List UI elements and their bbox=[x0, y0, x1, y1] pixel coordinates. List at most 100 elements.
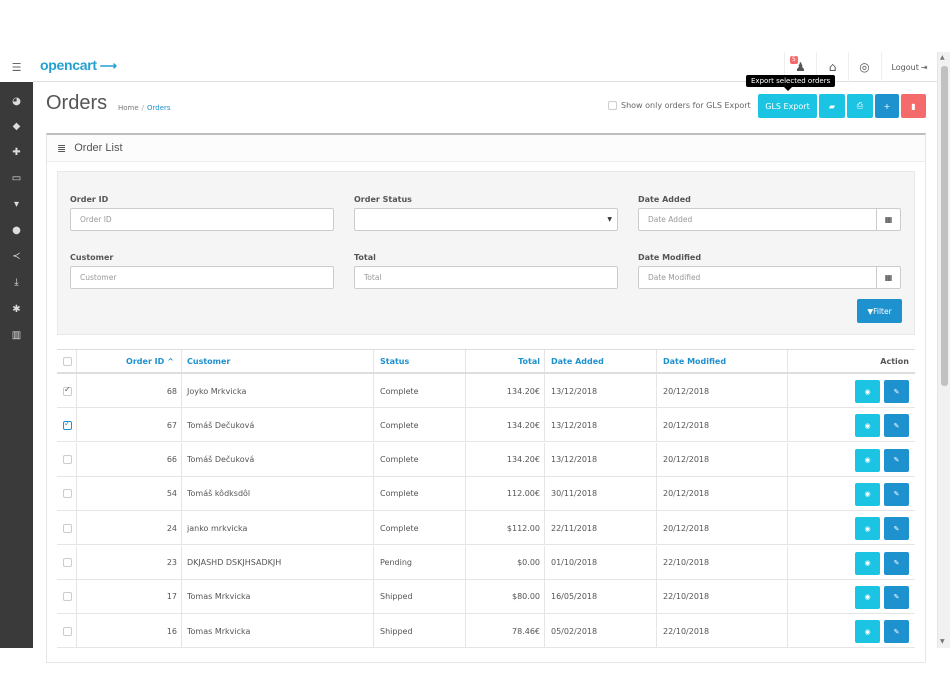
table-row[interactable]: 68 Joyko Mrkvicka Complete 134.20€ 13/12/201… bbox=[57, 374, 915, 408]
edit-order-button[interactable]: ✎ bbox=[884, 517, 909, 541]
menu-toggle-icon[interactable]: ☰ bbox=[0, 52, 33, 82]
action-header: Action bbox=[880, 357, 909, 366]
table-row[interactable]: 24 janko mrkvicka Complete $112.00 22/11/201… bbox=[57, 511, 915, 546]
edit-order-button[interactable]: ✎ bbox=[884, 380, 909, 403]
view-order-button[interactable]: ◉ bbox=[855, 620, 880, 644]
customers-user-icon[interactable]: ● bbox=[0, 217, 33, 243]
row-checkbox[interactable] bbox=[63, 626, 72, 636]
edit-order-button[interactable]: ✎ bbox=[884, 551, 909, 575]
marketing-share-icon[interactable]: ≺ bbox=[0, 243, 33, 269]
date-modified-header[interactable]: Date Modified bbox=[663, 350, 726, 373]
customer-cell: janko mrkvicka bbox=[187, 523, 248, 533]
view-order-button[interactable]: ◉ bbox=[855, 551, 880, 575]
table-row[interactable]: 17 Tomas Mrkvicka Shipped $80.00 16/05/2018 2… bbox=[57, 579, 915, 614]
extensions-puzzle-icon[interactable]: ✚ bbox=[0, 139, 33, 165]
breadcrumb-orders[interactable]: Orders bbox=[147, 104, 171, 112]
gls-only-toggle[interactable]: Show only orders for GLS Export bbox=[608, 101, 751, 110]
date-added-input[interactable]: Date Added bbox=[638, 208, 877, 231]
design-monitor-icon[interactable]: ▭ bbox=[0, 165, 33, 191]
total-cell: $112.00 bbox=[506, 523, 540, 533]
order-id-cell: 68 bbox=[166, 386, 177, 396]
delete-order-button[interactable]: ▮ bbox=[901, 94, 926, 118]
view-order-button[interactable]: ◉ bbox=[855, 448, 880, 472]
view-order-button[interactable]: ◉ bbox=[855, 482, 880, 506]
order-id-cell: 16 bbox=[166, 626, 177, 636]
settings-gear-icon[interactable]: ✱ bbox=[0, 296, 33, 322]
order-status-select[interactable]: ▼ bbox=[354, 208, 618, 231]
order-id-cell: 66 bbox=[166, 455, 177, 465]
customer-header[interactable]: Customer bbox=[187, 350, 230, 373]
row-checkbox[interactable] bbox=[63, 385, 72, 396]
total-cell: 134.20€ bbox=[506, 386, 540, 396]
date-modified-calendar-button[interactable]: ▦ bbox=[876, 266, 901, 289]
total-cell: $80.00 bbox=[512, 592, 540, 602]
customer-cell: Tomas Mrkvicka bbox=[187, 592, 251, 602]
edit-order-button[interactable]: ✎ bbox=[884, 482, 909, 506]
vertical-scrollbar[interactable]: ▲ ▼ bbox=[937, 52, 950, 648]
row-checkbox[interactable] bbox=[63, 592, 72, 602]
sales-cart-icon[interactable]: ▾ bbox=[0, 191, 33, 217]
date-modified-input[interactable]: Date Modified bbox=[638, 266, 877, 289]
list-icon: ≣ bbox=[57, 142, 67, 155]
scroll-up-arrow-icon[interactable]: ▲ bbox=[940, 54, 945, 61]
system-download-icon[interactable]: ⤓ bbox=[0, 269, 33, 295]
globe-icon[interactable]: ◎ bbox=[848, 52, 880, 82]
order-id-input[interactable]: Order ID bbox=[70, 208, 334, 231]
total-header[interactable]: Total bbox=[465, 350, 541, 373]
table-row[interactable]: 54 Tomáš kôdksdôl Complete 112.00€ 30/11/201… bbox=[57, 476, 915, 511]
date-modified-cell: 20/12/2018 bbox=[663, 420, 710, 430]
date-modified-cell: 22/10/2018 bbox=[663, 626, 710, 636]
pencil-icon: ✎ bbox=[893, 456, 900, 465]
customer-input[interactable]: Customer bbox=[70, 266, 334, 289]
filter-button[interactable]: ▼ Filter bbox=[857, 299, 902, 323]
reports-chart-icon[interactable]: ▥ bbox=[0, 322, 33, 348]
row-checkbox[interactable] bbox=[63, 489, 72, 499]
logout-link[interactable]: Logout ⇥ bbox=[881, 52, 937, 82]
view-order-button[interactable]: ◉ bbox=[855, 414, 880, 438]
date-added-calendar-button[interactable]: ▦ bbox=[876, 208, 901, 231]
sort-asc-icon: ^ bbox=[167, 357, 174, 366]
order-id-cell: 67 bbox=[166, 420, 177, 430]
dashboard-icon[interactable]: ◕ bbox=[0, 88, 33, 114]
pencil-icon: ✎ bbox=[893, 559, 900, 567]
table-row[interactable]: 16 Tomas Mrkvicka Shipped 78.46€ 05/02/2018 2… bbox=[57, 614, 915, 649]
table-row[interactable]: 67 Tomáš Dečuková Complete 134.20€ 13/12/201… bbox=[57, 408, 915, 443]
breadcrumb-home[interactable]: Home bbox=[118, 104, 139, 112]
edit-order-button[interactable]: ✎ bbox=[884, 448, 909, 472]
view-order-button[interactable]: ◉ bbox=[855, 585, 880, 609]
date-modified-label: Date Modified bbox=[638, 253, 702, 262]
edit-order-button[interactable]: ✎ bbox=[884, 414, 909, 438]
trash-icon: ▮ bbox=[911, 101, 916, 111]
view-order-button[interactable]: ◉ bbox=[855, 380, 880, 403]
pencil-icon: ✎ bbox=[893, 387, 900, 396]
row-checkbox[interactable] bbox=[63, 523, 72, 533]
status-cell: Complete bbox=[380, 523, 419, 533]
row-checkbox[interactable] bbox=[63, 455, 72, 465]
edit-order-button[interactable]: ✎ bbox=[884, 585, 909, 609]
opencart-logo[interactable]: opencart ⟶ bbox=[40, 57, 117, 73]
print-icon: ⎙ bbox=[856, 101, 864, 110]
row-checkbox[interactable] bbox=[63, 558, 72, 567]
row-checkbox[interactable] bbox=[63, 419, 72, 430]
edit-order-button[interactable]: ✎ bbox=[884, 620, 909, 644]
catalog-tag-icon[interactable]: ◆ bbox=[0, 113, 33, 139]
panel-heading: ≣ Order List bbox=[47, 135, 925, 162]
view-order-button[interactable]: ◉ bbox=[855, 517, 880, 541]
gls-only-checkbox[interactable] bbox=[608, 101, 617, 110]
status-header[interactable]: Status bbox=[380, 350, 409, 373]
gls-export-button[interactable]: GLS Export bbox=[758, 94, 817, 118]
total-input[interactable]: Total bbox=[354, 266, 618, 289]
scroll-thumb[interactable] bbox=[941, 66, 948, 386]
date-added-header[interactable]: Date Added bbox=[551, 350, 604, 373]
print-invoice-button[interactable]: ⎙ bbox=[847, 94, 873, 118]
table-row[interactable]: 23 DKJASHD DSKJHSADKJH Pending $0.00 01/10/2… bbox=[57, 545, 915, 580]
add-order-button[interactable]: + bbox=[875, 94, 899, 118]
table-row[interactable]: 66 Tomáš Dečuková Complete 134.20€ 13/12/201… bbox=[57, 442, 915, 477]
order-id-header[interactable]: Order ID ^ bbox=[76, 350, 178, 373]
scroll-down-arrow-icon[interactable]: ▼ bbox=[940, 638, 945, 645]
total-cell: $0.00 bbox=[517, 558, 540, 567]
select-all-checkbox[interactable] bbox=[63, 357, 72, 366]
ship-truck-button[interactable]: ▰ bbox=[819, 94, 845, 118]
sign-out-icon: ⇥ bbox=[920, 62, 928, 72]
truck-icon: ▰ bbox=[828, 101, 836, 111]
